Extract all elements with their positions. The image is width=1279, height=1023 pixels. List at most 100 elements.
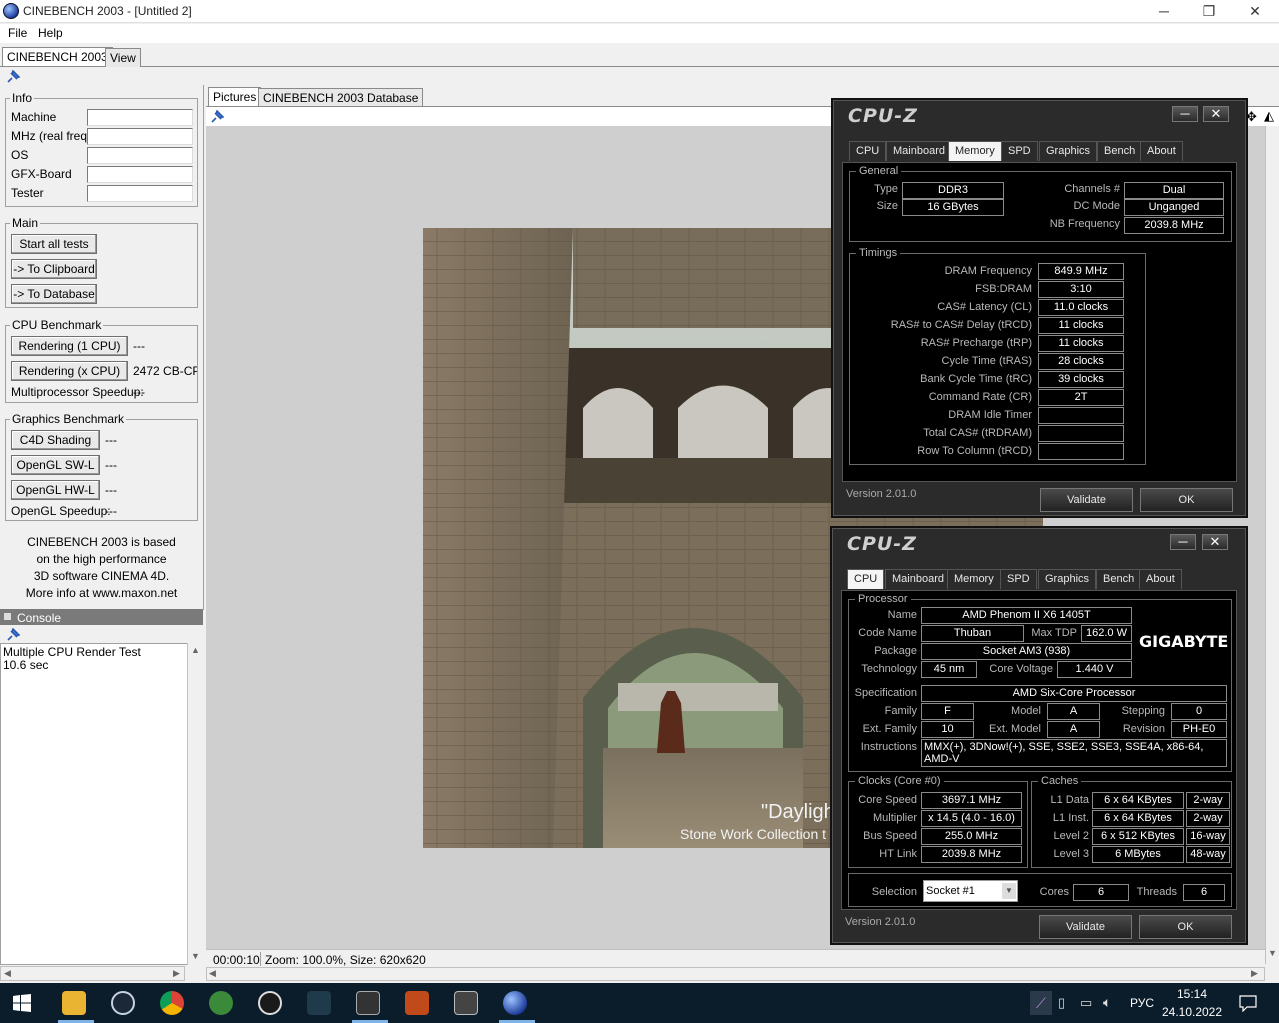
xbox-icon[interactable] (209, 991, 233, 1015)
timing-label-tras: Cycle Time (tRAS) (941, 355, 1032, 367)
zoom-icon[interactable]: ◭ (1264, 108, 1274, 124)
volume-tray-icon[interactable]: 🔈︎ (1103, 994, 1111, 1011)
os-field[interactable] (87, 147, 193, 164)
cache-l2-label: Level 2 (1053, 830, 1089, 842)
tab-cinebench[interactable]: CINEBENCH 2003 (2, 47, 113, 66)
selection-dropdown[interactable]: Socket #1 ▼ (923, 880, 1018, 902)
rendering-1cpu-button[interactable]: Rendering (1 CPU) (11, 336, 128, 356)
feather-tray-icon[interactable]: ⟋ (1036, 995, 1046, 1012)
opengl-hwl-button[interactable]: OpenGL HW-L (11, 480, 100, 500)
menu-help[interactable]: Help (38, 26, 63, 40)
cpuz-memory-tab-spd[interactable]: SPD (1001, 141, 1038, 161)
tester-field[interactable] (87, 185, 193, 202)
obs-icon[interactable] (258, 991, 282, 1015)
picture-hscrollbar[interactable]: ◀ ▶ (206, 967, 1265, 981)
scroll-up-icon[interactable]: ▲ (191, 645, 200, 655)
timing-value-cas: 11.0 clocks (1038, 299, 1124, 316)
pin-icon[interactable] (6, 70, 20, 84)
file-explorer-icon[interactable] (62, 991, 86, 1015)
pll-set-icon[interactable] (454, 991, 478, 1015)
cpuz-cpu-tab-spd[interactable]: SPD (1000, 569, 1037, 589)
console-collapse-icon[interactable] (4, 613, 11, 620)
cpuz-memory-ok-button[interactable]: OK (1140, 488, 1233, 512)
scroll-left-icon[interactable]: ◀ (4, 968, 11, 979)
tab-view[interactable]: View (105, 48, 141, 67)
windows-start-icon[interactable] (13, 994, 31, 1012)
maximize-button[interactable]: ❐ (1186, 0, 1232, 23)
rendering-xcpu-button[interactable]: Rendering (x CPU) (11, 361, 128, 381)
console-hscrollbar[interactable]: ◀ ▶ (0, 966, 185, 981)
cinebench-taskbar-icon[interactable] (503, 991, 527, 1015)
selection-value: Socket #1 (926, 885, 975, 897)
console-pin-icon[interactable] (6, 628, 20, 642)
mhz-field[interactable] (87, 128, 193, 145)
start-all-tests-button[interactable]: Start all tests (11, 234, 97, 254)
cpuz-cpu-tab-bench[interactable]: Bench (1096, 569, 1142, 589)
ht-link-value: 2039.8 MHz (921, 846, 1022, 863)
gfx-board-field[interactable] (87, 166, 193, 183)
cpuz-cpu-tab-graphics[interactable]: Graphics (1038, 569, 1097, 589)
cpuz-cpu-close-icon[interactable]: ✕ (1202, 534, 1228, 550)
c4d-shading-button[interactable]: C4D Shading (11, 430, 100, 450)
cpuz-memory-minimize-icon[interactable]: ─ (1172, 106, 1198, 122)
picture-scroll-right-icon[interactable]: ▶ (1251, 968, 1258, 979)
cache-l1i-label: L1 Inst. (1052, 812, 1089, 824)
notifications-icon[interactable] (1239, 994, 1257, 1012)
left-panel: Info Machine MHz (real freq.) OS GFX-Boa… (0, 85, 204, 610)
network-tray-icon[interactable]: ▭ (1080, 995, 1092, 1011)
to-database-button[interactable]: -> To Database (11, 284, 97, 304)
main-title: Main (10, 216, 41, 230)
move-icon[interactable]: ✥ (1246, 109, 1257, 125)
scroll-down-icon[interactable]: ▼ (191, 951, 200, 961)
console-scrollbar[interactable]: ▲ ▼ (187, 643, 203, 965)
cpuz-cpu-ok-button[interactable]: OK (1139, 915, 1232, 939)
close-button[interactable]: ✕ (1232, 0, 1278, 23)
cpuz-memory-validate-button[interactable]: Validate (1040, 488, 1133, 512)
opengl-swl-button[interactable]: OpenGL SW-L (11, 455, 100, 475)
machine-field[interactable] (87, 109, 193, 126)
cpuz-cpu-minimize-icon[interactable]: ─ (1170, 534, 1196, 550)
cpuz-cpu-validate-button[interactable]: Validate (1039, 915, 1132, 939)
language-indicator[interactable]: РУС (1130, 996, 1154, 1010)
picture-scroll-left-icon[interactable]: ◀ (209, 968, 216, 979)
cpuz-memory-tab-graphics[interactable]: Graphics (1039, 141, 1098, 161)
cpuz-memory-tab-cpu[interactable]: CPU (849, 141, 887, 161)
cpuz-memory-tab-about[interactable]: About (1140, 141, 1183, 161)
timing-value-cr: 2T (1038, 389, 1124, 406)
instructions-value: MMX(+), 3DNow!(+), SSE, SSE2, SSE3, SSE4… (921, 739, 1227, 767)
cpuz-memory-close-icon[interactable]: ✕ (1203, 106, 1229, 122)
cpuz-memory-tab-mainboard[interactable]: Mainboard (886, 141, 952, 161)
chrome-icon[interactable] (160, 991, 184, 1015)
scroll-right-icon[interactable]: ▶ (173, 968, 180, 979)
cpuz-cpu-tab-mainboard[interactable]: Mainboard (885, 569, 951, 589)
picture-scroll-down-icon[interactable]: ▼ (1268, 948, 1277, 958)
selection-label: Selection (871, 886, 917, 898)
chevron-down-icon[interactable]: ▼ (1002, 883, 1016, 899)
clock-time[interactable]: 15:14 (1166, 987, 1218, 1001)
mhz-label: MHz (real freq.) (11, 129, 95, 143)
hwinfo-icon[interactable] (307, 991, 331, 1015)
memory-general-title: General (856, 165, 902, 177)
usb-tray-icon[interactable]: ▯ (1058, 995, 1065, 1011)
menu-file[interactable]: File (8, 26, 27, 40)
picture-vscrollbar[interactable]: ▼ (1265, 126, 1279, 964)
tab-database[interactable]: CINEBENCH 2003 Database (258, 88, 424, 107)
memory-type-value: DDR3 (902, 182, 1004, 199)
maxtdp-value: 162.0 W (1081, 625, 1132, 642)
cpuz-cpu-tab-cpu[interactable]: CPU (847, 569, 885, 589)
cpuz-memory-tab-memory[interactable]: Memory (948, 141, 1002, 161)
to-clipboard-button[interactable]: -> To Clipboard (11, 259, 97, 279)
cpuz-cpu-tab-memory[interactable]: Memory (947, 569, 1001, 589)
cpuz-memory-tab-bench[interactable]: Bench (1097, 141, 1143, 161)
opengl-hwl-value: --- (105, 483, 117, 497)
tool-icon[interactable] (405, 991, 429, 1015)
pictures-pin-icon[interactable] (210, 110, 224, 124)
tab-pictures[interactable]: Pictures (208, 87, 262, 106)
clock-date[interactable]: 24.10.2022 (1160, 1005, 1224, 1019)
family-value: F (921, 703, 974, 720)
os-label: OS (11, 148, 29, 162)
steam-icon[interactable] (111, 991, 135, 1015)
cpuz-cpu-tab-about[interactable]: About (1139, 569, 1182, 589)
cpu-z-taskbar-icon[interactable] (356, 991, 380, 1015)
minimize-button[interactable]: ─ (1141, 0, 1187, 23)
